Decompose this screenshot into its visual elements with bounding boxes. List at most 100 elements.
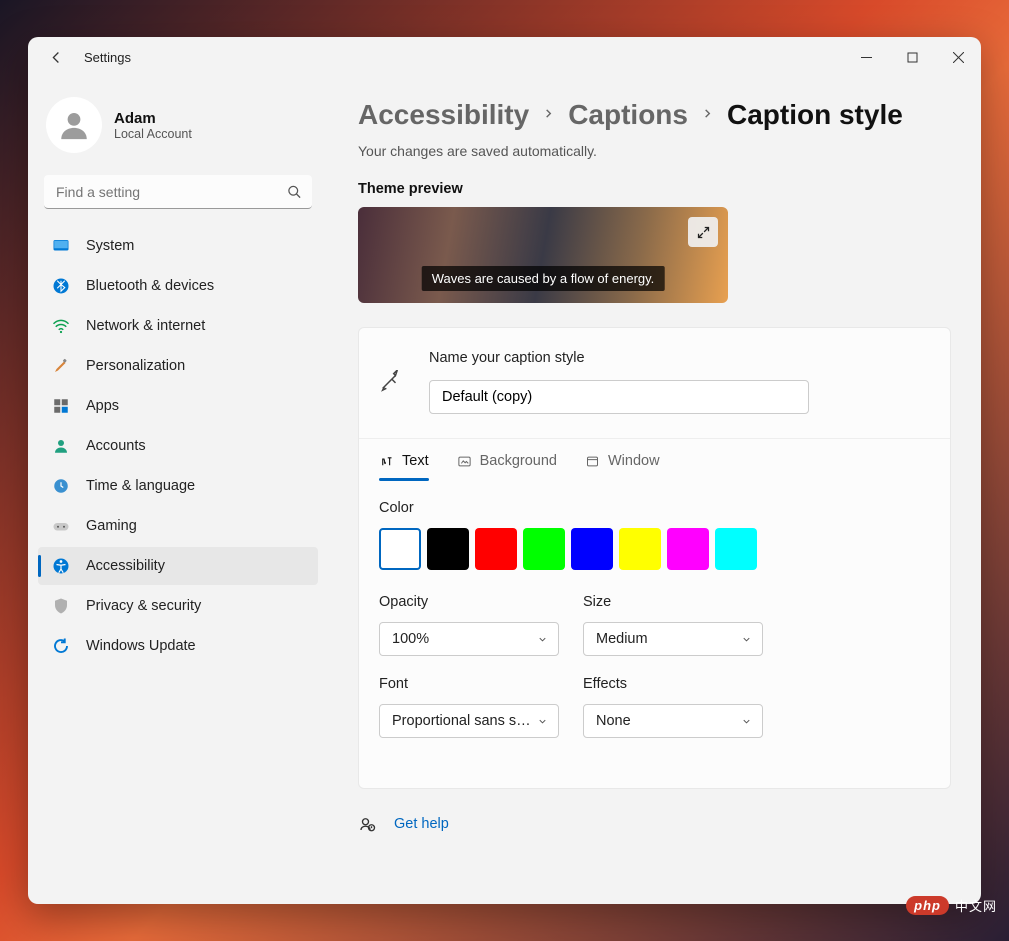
back-button[interactable]	[42, 43, 70, 71]
profile-account-type: Local Account	[114, 127, 192, 141]
watermark-badge: php	[906, 896, 949, 915]
text-panel: Color Opacity	[359, 482, 950, 788]
close-button[interactable]	[935, 41, 981, 73]
main-content: Accessibility Captions Caption style You…	[328, 77, 981, 904]
effects-select[interactable]: None	[583, 704, 763, 738]
style-icon	[379, 370, 401, 392]
chevron-down-icon	[537, 634, 548, 645]
brush-icon	[52, 357, 70, 375]
sidebar-item-personalization[interactable]: Personalization	[38, 347, 318, 385]
bluetooth-icon	[52, 277, 70, 295]
sidebar-item-label: System	[86, 238, 134, 254]
sidebar-item-label: Bluetooth & devices	[86, 278, 214, 294]
sidebar-item-system[interactable]: System	[38, 227, 318, 265]
accounts-icon	[52, 437, 70, 455]
effects-label: Effects	[583, 676, 763, 692]
size-select[interactable]: Medium	[583, 622, 763, 656]
sidebar-item-label: Time & language	[86, 478, 195, 494]
maximize-button[interactable]	[889, 41, 935, 73]
font-select[interactable]: Proportional sans s…	[379, 704, 559, 738]
sidebar-item-label: Accessibility	[86, 558, 165, 574]
sidebar-item-network[interactable]: Network & internet	[38, 307, 318, 345]
swatch-black[interactable]	[427, 528, 469, 570]
sidebar-item-update[interactable]: Windows Update	[38, 627, 318, 665]
minimize-button[interactable]	[843, 41, 889, 73]
settings-window: Settings Adam Local Account	[28, 37, 981, 904]
autosave-text: Your changes are saved automatically.	[358, 143, 951, 159]
crumb-captions[interactable]: Captions	[568, 99, 688, 131]
update-icon	[52, 637, 70, 655]
theme-preview-label: Theme preview	[358, 181, 951, 197]
breadcrumb: Accessibility Captions Caption style	[358, 99, 951, 131]
expand-preview-button[interactable]	[688, 217, 718, 247]
get-help-link[interactable]: Get help	[394, 816, 449, 832]
tab-window[interactable]: Window	[585, 453, 660, 481]
sidebar-item-label: Gaming	[86, 518, 137, 534]
system-icon	[52, 237, 70, 255]
sidebar-item-gaming[interactable]: Gaming	[38, 507, 318, 545]
sidebar-item-privacy[interactable]: Privacy & security	[38, 587, 318, 625]
name-style-label: Name your caption style	[429, 350, 920, 366]
sidebar-item-label: Network & internet	[86, 318, 205, 334]
nav: System Bluetooth & devices Network & int…	[38, 227, 318, 665]
swatch-red[interactable]	[475, 528, 517, 570]
app-title: Settings	[84, 50, 131, 65]
swatch-white[interactable]	[379, 528, 421, 570]
gamepad-icon	[52, 517, 70, 535]
text-icon	[379, 454, 394, 469]
watermark: php 中文网	[906, 896, 997, 915]
chevron-down-icon	[537, 716, 548, 727]
search-box	[44, 175, 312, 209]
color-label: Color	[379, 500, 930, 516]
help-row: Get help	[358, 815, 951, 833]
window-icon	[585, 454, 600, 469]
style-card: Name your caption style Text Background	[358, 327, 951, 789]
swatch-cyan[interactable]	[715, 528, 757, 570]
sidebar-item-label: Privacy & security	[86, 598, 201, 614]
swatch-yellow[interactable]	[619, 528, 661, 570]
chevron-right-icon	[543, 106, 554, 124]
apps-icon	[52, 397, 70, 415]
swatch-green[interactable]	[523, 528, 565, 570]
opacity-select[interactable]: 100%	[379, 622, 559, 656]
sidebar-item-accounts[interactable]: Accounts	[38, 427, 318, 465]
accessibility-icon	[52, 557, 70, 575]
style-name-input[interactable]	[429, 380, 809, 414]
tabs: Text Background Window	[359, 439, 950, 482]
wifi-icon	[52, 317, 70, 335]
sidebar: Adam Local Account System Bluetooth & de…	[28, 77, 328, 904]
sidebar-item-bluetooth[interactable]: Bluetooth & devices	[38, 267, 318, 305]
chevron-down-icon	[741, 634, 752, 645]
sidebar-item-time[interactable]: Time & language	[38, 467, 318, 505]
profile-name: Adam	[114, 110, 192, 127]
tab-text[interactable]: Text	[379, 453, 429, 481]
help-icon	[358, 815, 376, 833]
crumb-caption-style: Caption style	[727, 99, 903, 131]
sidebar-item-apps[interactable]: Apps	[38, 387, 318, 425]
watermark-text: 中文网	[955, 896, 997, 915]
preview-caption-text: Waves are caused by a flow of energy.	[422, 266, 665, 291]
crumb-accessibility[interactable]: Accessibility	[358, 99, 529, 131]
titlebar: Settings	[28, 37, 981, 77]
tab-background[interactable]: Background	[457, 453, 557, 481]
size-label: Size	[583, 594, 763, 610]
search-icon	[287, 185, 302, 200]
sidebar-item-label: Apps	[86, 398, 119, 414]
sidebar-item-label: Accounts	[86, 438, 146, 454]
background-icon	[457, 454, 472, 469]
search-input[interactable]	[44, 175, 312, 209]
window-controls	[843, 41, 981, 73]
chevron-down-icon	[741, 716, 752, 727]
clock-icon	[52, 477, 70, 495]
theme-preview: Waves are caused by a flow of energy.	[358, 207, 728, 303]
sidebar-item-label: Personalization	[86, 358, 185, 374]
font-label: Font	[379, 676, 559, 692]
avatar	[46, 97, 102, 153]
sidebar-item-accessibility[interactable]: Accessibility	[38, 547, 318, 585]
opacity-label: Opacity	[379, 594, 559, 610]
swatch-blue[interactable]	[571, 528, 613, 570]
profile-block[interactable]: Adam Local Account	[38, 91, 318, 171]
swatch-magenta[interactable]	[667, 528, 709, 570]
sidebar-item-label: Windows Update	[86, 638, 196, 654]
shield-icon	[52, 597, 70, 615]
